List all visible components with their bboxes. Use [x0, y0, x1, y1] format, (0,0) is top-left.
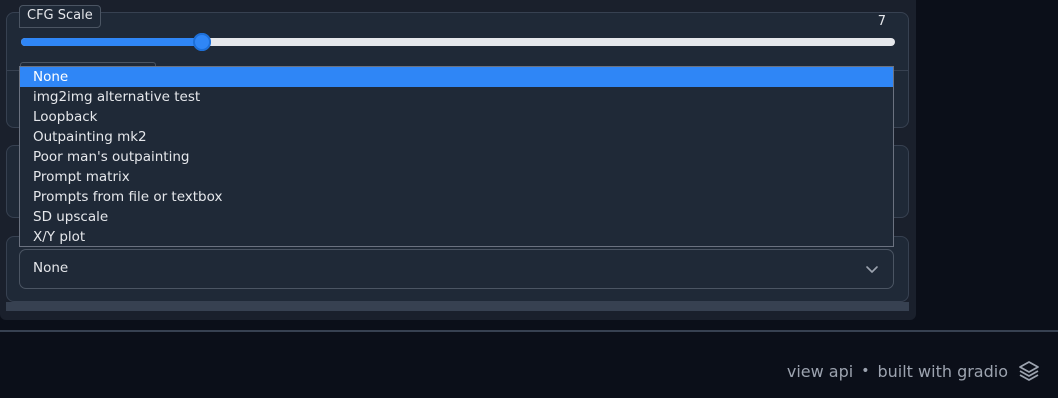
- footer-separator: •: [861, 363, 870, 379]
- gradio-logo-icon: [1019, 361, 1039, 381]
- script-select-value: None: [33, 260, 69, 276]
- footer: view api • built with gradio: [787, 360, 1040, 382]
- dropdown-option[interactable]: Loopback: [20, 107, 893, 127]
- footer-divider: [0, 330, 1058, 332]
- cfg-scale-value[interactable]: 7: [878, 14, 886, 29]
- dropdown-option[interactable]: Prompts from file or textbox: [20, 187, 893, 207]
- dropdown-option[interactable]: img2img alternative test: [20, 87, 893, 107]
- view-api-link[interactable]: view api: [787, 362, 853, 381]
- panel-bottom-strip: [6, 302, 909, 311]
- script-dropdown-list: None img2img alternative test Loopback Outp…: [19, 66, 894, 247]
- cfg-scale-slider[interactable]: [21, 38, 895, 46]
- app-stage: CFG Scale 7 None img2img alternative test…: [0, 0, 1058, 398]
- dropdown-option[interactable]: SD upscale: [20, 207, 893, 227]
- slider-fill: [21, 38, 202, 46]
- chevron-down-icon: [866, 266, 878, 273]
- built-with-gradio-link[interactable]: built with gradio: [877, 362, 1008, 381]
- dropdown-option[interactable]: Prompt matrix: [20, 167, 893, 187]
- dropdown-option[interactable]: Poor man's outpainting: [20, 147, 893, 167]
- cfg-scale-label: CFG Scale: [19, 5, 101, 28]
- script-select[interactable]: None: [19, 249, 894, 289]
- dropdown-option[interactable]: X/Y plot: [20, 227, 893, 247]
- dropdown-option[interactable]: None: [20, 67, 893, 87]
- slider-thumb[interactable]: [192, 33, 211, 51]
- dropdown-option[interactable]: Outpainting mk2: [20, 127, 893, 147]
